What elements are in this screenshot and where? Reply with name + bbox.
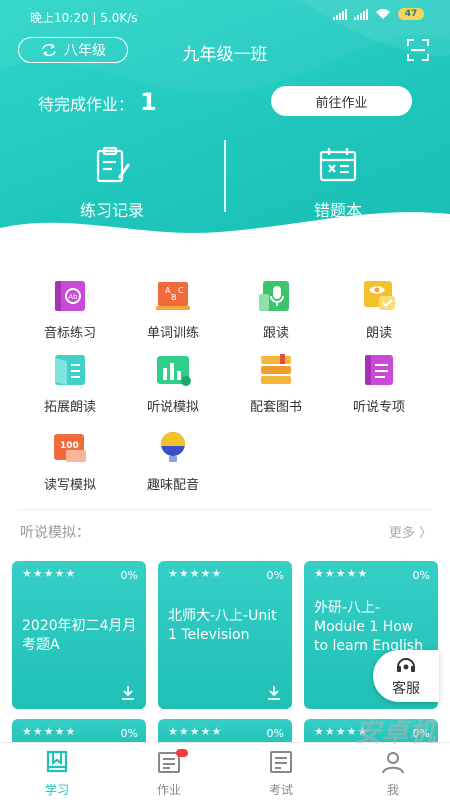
progress-percent: 0% <box>120 727 138 740</box>
headset-icon <box>397 658 415 672</box>
rating-stars: ★★★★★ <box>314 567 369 580</box>
svg-text:100: 100 <box>60 441 79 451</box>
practice-record-label: 练习记录 <box>79 201 144 220</box>
practice-record-button[interactable]: 练习记录 <box>37 145 187 221</box>
abc-board-icon: A B C <box>156 282 190 310</box>
download-icon[interactable] <box>266 685 282 701</box>
progress-percent: 0% <box>266 727 284 740</box>
header-divider <box>224 140 226 212</box>
card-title: 外研-八上-Module 1 How to learn English <box>314 600 423 654</box>
exercise-card[interactable]: ★★★★★ 0% 北师大-八上-Unit 1 Television <box>158 561 292 709</box>
card-title: 2020年初二4月月考题A <box>22 618 137 653</box>
more-link[interactable]: 更多 〉 <box>389 522 432 541</box>
feature-label: 跟读 <box>262 326 289 341</box>
feature-listening-special[interactable]: 听说专项 <box>324 352 434 415</box>
customer-service-button[interactable]: 客服 <box>373 650 439 702</box>
book-stack-icon <box>261 354 291 384</box>
feature-listening-mock[interactable]: 听说模拟 <box>118 352 228 415</box>
card-title: 北师大-八上-Unit 1 Television <box>168 608 277 643</box>
pending-count: 1 <box>140 88 157 116</box>
tab-label: 我 <box>386 783 399 797</box>
wifi-icon <box>376 9 390 19</box>
tab-label: 考试 <box>268 783 293 797</box>
bottom-tab-bar: 学习 作业 考试 我 <box>0 742 450 800</box>
profile-icon <box>382 752 404 774</box>
rating-stars: ★★★★★ <box>168 725 223 738</box>
read-eye-icon <box>364 281 395 310</box>
feature-follow-read[interactable]: 跟读 <box>221 278 331 341</box>
tab-label: 作业 <box>156 783 181 797</box>
exam-icon <box>270 751 292 773</box>
feature-phonetics[interactable]: Ab 音标练习 <box>15 278 125 341</box>
feature-label: 配套图书 <box>249 400 302 415</box>
feature-extended-reading[interactable]: 拓展朗读 <box>15 352 125 415</box>
class-title: 九年级一班 <box>182 45 268 65</box>
download-icon[interactable] <box>120 685 136 701</box>
feature-matching-books[interactable]: 配套图书 <box>221 352 331 415</box>
wrong-questions-label: 错题本 <box>313 201 362 220</box>
status-time: 晚上10:20 | 5.0K/s <box>30 11 138 25</box>
tab-homework[interactable]: 作业 <box>124 749 214 798</box>
signal-icon <box>333 8 347 20</box>
service-label: 客服 <box>392 681 420 697</box>
bar-chart-icon <box>157 356 191 386</box>
status-icons: 47 <box>333 8 424 20</box>
progress-percent: 0% <box>120 569 138 582</box>
status-bar: 晚上10:20 | 5.0K/s 47 <box>0 0 450 32</box>
rating-stars: ★★★★★ <box>22 725 77 738</box>
rating-stars: ★★★★★ <box>168 567 223 580</box>
open-book-icon <box>55 355 85 385</box>
feature-label: 音标练习 <box>43 326 96 341</box>
scan-icon[interactable] <box>406 38 430 62</box>
feature-label: 单词训练 <box>146 326 199 341</box>
svg-text:C: C <box>178 286 184 295</box>
tab-exam[interactable]: 考试 <box>236 749 326 798</box>
progress-percent: 0% <box>266 569 284 582</box>
score-100-icon: 100 <box>54 434 86 462</box>
calendar-x-icon <box>319 148 357 182</box>
signal-hd-icon <box>354 8 368 20</box>
feature-label: 读写模拟 <box>43 478 96 493</box>
tab-label: 学习 <box>44 783 69 797</box>
exercise-card[interactable]: ★★★★★ 0% 2020年初二4月月考题A <box>12 561 146 709</box>
feature-fun-dubbing[interactable]: 趣味配音 <box>118 430 228 493</box>
clipboard-edit-icon <box>96 146 130 183</box>
progress-percent: 0% <box>412 569 430 582</box>
feature-label: 朗读 <box>365 326 392 341</box>
svg-text:B: B <box>171 293 177 302</box>
battery-icon: 47 <box>398 8 424 20</box>
microphone-icon <box>259 281 289 311</box>
notification-dot <box>176 749 188 757</box>
wrong-questions-button[interactable]: 错题本 <box>263 145 413 221</box>
pending-label: 待完成作业： <box>38 95 135 114</box>
pending-homework: 待完成作业： 1 <box>38 88 157 116</box>
feature-label: 听说专项 <box>352 400 405 415</box>
feature-word-training[interactable]: A B C 单词训练 <box>118 278 228 341</box>
notebook-icon <box>365 355 393 385</box>
feature-label: 听说模拟 <box>146 400 199 415</box>
svg-text:Ab: Ab <box>68 293 78 301</box>
header-panel: 晚上10:20 | 5.0K/s 47 八年级 九年级一班 待完成作业： 1 前… <box>0 0 450 250</box>
study-book-icon <box>46 750 68 773</box>
section-title: 听说模拟： <box>20 525 90 541</box>
feature-label: 趣味配音 <box>146 478 199 493</box>
feature-read-write-mock[interactable]: 100 读写模拟 <box>15 430 125 493</box>
tab-study[interactable]: 学习 <box>12 749 102 798</box>
watermark: 安卓机 <box>354 718 436 748</box>
feature-label: 拓展朗读 <box>43 400 96 415</box>
tab-me[interactable]: 我 <box>348 749 438 798</box>
phonetic-book-icon: Ab <box>55 281 85 311</box>
goto-homework-button[interactable]: 前往作业 <box>271 86 412 116</box>
feature-read-aloud[interactable]: 朗读 <box>324 278 434 341</box>
rating-stars: ★★★★★ <box>22 567 77 580</box>
dubbing-bulb-icon <box>161 432 185 462</box>
divider <box>18 509 432 510</box>
